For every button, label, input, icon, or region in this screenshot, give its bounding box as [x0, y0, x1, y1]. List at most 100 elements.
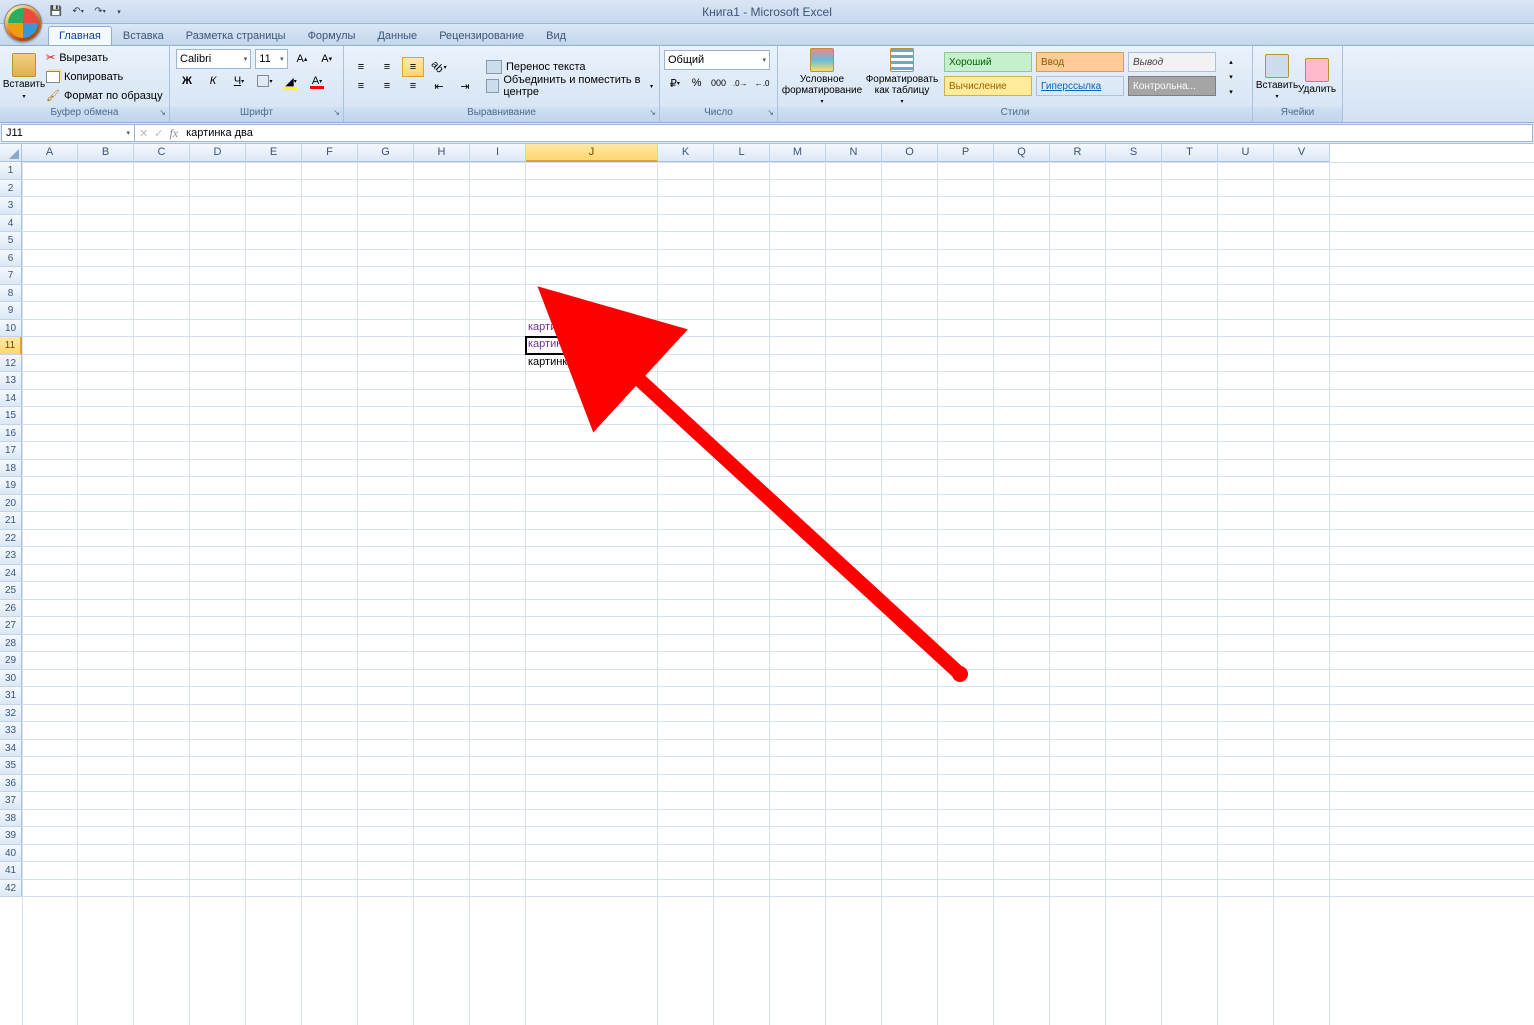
style-hyperlink[interactable]: Гиперссылка — [1036, 76, 1124, 96]
col-header-D[interactable]: D — [190, 144, 246, 162]
row-header-25[interactable]: 25 — [0, 582, 22, 600]
row-header-4[interactable]: 4 — [0, 215, 22, 233]
col-header-U[interactable]: U — [1218, 144, 1274, 162]
row-header-11[interactable]: 11 — [0, 337, 22, 355]
qat-customize-button[interactable]: ▾ — [114, 4, 124, 20]
row-header-31[interactable]: 31 — [0, 687, 22, 705]
format-painter-button[interactable]: 🖌Формат по образцу — [44, 87, 165, 105]
row-header-28[interactable]: 28 — [0, 635, 22, 653]
conditional-formatting-button[interactable]: Условное форматирование▾ — [782, 48, 862, 105]
row-header-23[interactable]: 23 — [0, 547, 22, 565]
increase-indent-button[interactable]: ⇥ — [454, 76, 476, 96]
row-header-37[interactable]: 37 — [0, 792, 22, 810]
cancel-formula-icon[interactable]: ✕ — [139, 127, 148, 140]
col-header-K[interactable]: K — [658, 144, 714, 162]
italic-button[interactable]: К — [202, 71, 224, 91]
align-right-button[interactable]: ≡ — [402, 76, 424, 96]
row-header-7[interactable]: 7 — [0, 267, 22, 285]
fx-button[interactable]: fx — [169, 126, 178, 141]
cell-J12[interactable]: картинка три — [526, 355, 658, 373]
ribbon-tab-4[interactable]: Данные — [366, 26, 428, 45]
align-left-button[interactable]: ≡ — [350, 76, 372, 96]
style-good[interactable]: Хороший — [944, 52, 1032, 72]
row-header-3[interactable]: 3 — [0, 197, 22, 215]
format-as-table-button[interactable]: Форматировать как таблицу▾ — [862, 48, 942, 105]
orientation-button[interactable]: ab▾ — [428, 57, 450, 77]
row-header-14[interactable]: 14 — [0, 390, 22, 408]
cut-button[interactable]: ✂Вырезать — [44, 49, 165, 67]
row-header-38[interactable]: 38 — [0, 810, 22, 828]
font-size-select[interactable]: 11 — [255, 49, 287, 69]
qat-undo-button[interactable]: ↶▾ — [70, 4, 86, 20]
align-bottom-button[interactable]: ≡ — [402, 57, 424, 77]
increase-decimal-button[interactable]: .0→ — [731, 73, 749, 93]
percent-button[interactable]: % — [688, 73, 706, 93]
row-header-18[interactable]: 18 — [0, 460, 22, 478]
col-header-S[interactable]: S — [1106, 144, 1162, 162]
row-header-1[interactable]: 1 — [0, 162, 22, 180]
style-calc[interactable]: Вычисление — [944, 76, 1032, 96]
col-header-Q[interactable]: Q — [994, 144, 1050, 162]
qat-redo-button[interactable]: ↷▾ — [92, 4, 108, 20]
row-header-30[interactable]: 30 — [0, 670, 22, 688]
col-header-E[interactable]: E — [246, 144, 302, 162]
decrease-decimal-button[interactable]: ←.0 — [753, 73, 771, 93]
row-header-39[interactable]: 39 — [0, 827, 22, 845]
group-alignment-label[interactable]: Выравнивание — [344, 107, 659, 122]
ribbon-tab-2[interactable]: Разметка страницы — [175, 26, 297, 45]
style-output[interactable]: Вывод — [1128, 52, 1216, 72]
row-header-22[interactable]: 22 — [0, 530, 22, 548]
currency-button[interactable]: ₽▾ — [666, 73, 684, 93]
ribbon-tab-3[interactable]: Формулы — [297, 26, 367, 45]
ribbon-tab-6[interactable]: Вид — [535, 26, 577, 45]
row-header-34[interactable]: 34 — [0, 740, 22, 758]
row-header-19[interactable]: 19 — [0, 477, 22, 495]
col-header-O[interactable]: O — [882, 144, 938, 162]
col-header-T[interactable]: T — [1162, 144, 1218, 162]
styles-scroll-down[interactable]: ▾ — [1220, 70, 1242, 84]
cell-J10[interactable]: картинка один — [526, 320, 658, 338]
qat-save-button[interactable]: 💾 — [48, 4, 64, 20]
ribbon-tab-5[interactable]: Рецензирование — [428, 26, 535, 45]
col-header-M[interactable]: M — [770, 144, 826, 162]
row-header-33[interactable]: 33 — [0, 722, 22, 740]
paste-button[interactable]: Вставить▾ — [4, 48, 44, 105]
col-header-F[interactable]: F — [302, 144, 358, 162]
cell-J11[interactable]: картинка два — [526, 337, 658, 355]
col-header-P[interactable]: P — [938, 144, 994, 162]
align-center-button[interactable]: ≡ — [376, 76, 398, 96]
col-header-I[interactable]: I — [470, 144, 526, 162]
decrease-font-button[interactable]: A▾ — [316, 49, 337, 69]
col-header-A[interactable]: A — [22, 144, 78, 162]
row-header-13[interactable]: 13 — [0, 372, 22, 390]
office-button[interactable] — [4, 4, 42, 42]
row-header-29[interactable]: 29 — [0, 652, 22, 670]
select-all-corner[interactable] — [0, 144, 22, 162]
row-header-8[interactable]: 8 — [0, 285, 22, 303]
row-header-16[interactable]: 16 — [0, 425, 22, 443]
accept-formula-icon[interactable]: ✓ — [154, 127, 163, 140]
row-header-27[interactable]: 27 — [0, 617, 22, 635]
row-header-15[interactable]: 15 — [0, 407, 22, 425]
increase-font-button[interactable]: A▴ — [292, 49, 313, 69]
merge-center-button[interactable]: Объединить и поместить в центре▾ — [484, 77, 655, 95]
col-header-L[interactable]: L — [714, 144, 770, 162]
borders-button[interactable]: ▾ — [254, 71, 276, 91]
row-header-12[interactable]: 12 — [0, 355, 22, 373]
row-header-24[interactable]: 24 — [0, 565, 22, 583]
ribbon-tab-1[interactable]: Вставка — [112, 26, 175, 45]
align-middle-button[interactable]: ≡ — [376, 57, 398, 77]
insert-cells-button[interactable]: Вставить▾ — [1257, 48, 1297, 105]
row-header-26[interactable]: 26 — [0, 600, 22, 618]
font-color-button[interactable]: A▾ — [306, 71, 328, 91]
row-header-17[interactable]: 17 — [0, 442, 22, 460]
row-header-6[interactable]: 6 — [0, 250, 22, 268]
styles-scroll-up[interactable]: ▴ — [1220, 55, 1242, 69]
row-header-2[interactable]: 2 — [0, 180, 22, 198]
col-header-V[interactable]: V — [1274, 144, 1330, 162]
group-clipboard-label[interactable]: Буфер обмена — [0, 107, 169, 122]
font-name-select[interactable]: Calibri — [176, 49, 251, 69]
formula-input[interactable]: картинка два — [182, 127, 1532, 139]
col-header-G[interactable]: G — [358, 144, 414, 162]
delete-cells-button[interactable]: Удалить — [1297, 48, 1337, 105]
